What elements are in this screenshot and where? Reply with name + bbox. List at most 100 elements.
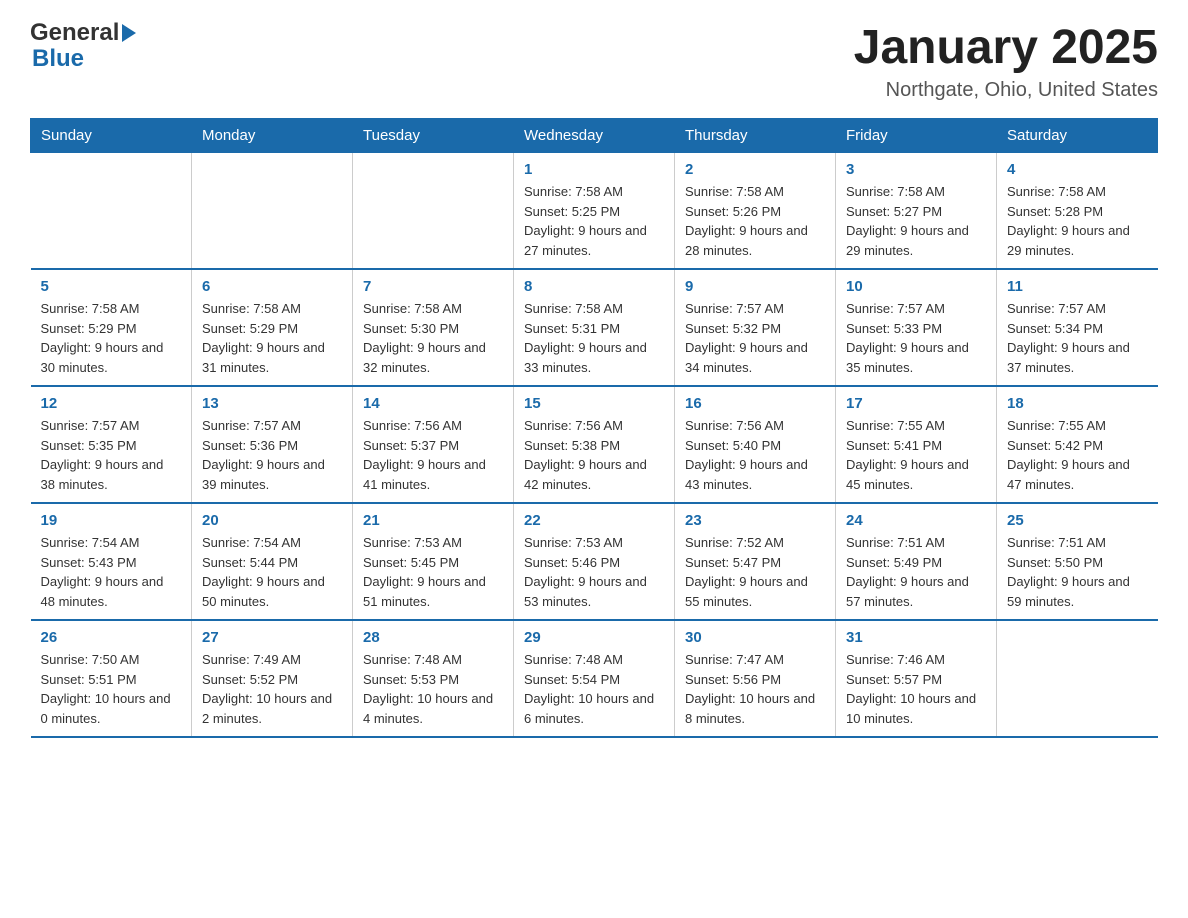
day-header-friday: Friday <box>836 119 997 153</box>
day-info: Sunrise: 7:53 AM Sunset: 5:45 PM Dayligh… <box>363 533 503 611</box>
calendar-cell: 16 Sunrise: 7:56 AM Sunset: 5:40 PM Dayli… <box>675 386 836 503</box>
calendar-cell: 27 Sunrise: 7:49 AM Sunset: 5:52 PM Dayli… <box>192 620 353 737</box>
day-number: 27 <box>202 629 342 646</box>
day-number: 12 <box>41 395 182 412</box>
calendar-cell: 5 Sunrise: 7:58 AM Sunset: 5:29 PM Daylig… <box>31 269 192 386</box>
day-number: 6 <box>202 278 342 295</box>
calendar-cell: 17 Sunrise: 7:55 AM Sunset: 5:41 PM Dayli… <box>836 386 997 503</box>
calendar-cell: 29 Sunrise: 7:48 AM Sunset: 5:54 PM Dayli… <box>514 620 675 737</box>
day-number: 14 <box>363 395 503 412</box>
calendar-cell: 23Sunrise: 7:52 AM Sunset: 5:47 PM Dayli… <box>675 503 836 620</box>
calendar-cell: 22Sunrise: 7:53 AM Sunset: 5:46 PM Dayli… <box>514 503 675 620</box>
day-number: 1 <box>524 161 664 178</box>
calendar-cell: 15 Sunrise: 7:56 AM Sunset: 5:38 PM Dayli… <box>514 386 675 503</box>
day-info: Sunrise: 7:50 AM Sunset: 5:51 PM Dayligh… <box>41 650 182 728</box>
day-info: Sunrise: 7:48 AM Sunset: 5:53 PM Dayligh… <box>363 650 503 728</box>
day-number: 16 <box>685 395 825 412</box>
day-number: 11 <box>1007 278 1148 295</box>
logo: General Blue <box>30 20 136 73</box>
calendar-cell <box>31 153 192 270</box>
day-number: 26 <box>41 629 182 646</box>
day-number: 19 <box>41 512 182 529</box>
logo-blue-text: Blue <box>32 46 136 72</box>
day-info: Sunrise: 7:57 AM Sunset: 5:35 PM Dayligh… <box>41 416 182 494</box>
calendar-week-row: 1Sunrise: 7:58 AM Sunset: 5:25 PM Daylig… <box>31 153 1158 270</box>
day-info: Sunrise: 7:58 AM Sunset: 5:29 PM Dayligh… <box>41 299 182 377</box>
day-info: Sunrise: 7:58 AM Sunset: 5:26 PM Dayligh… <box>685 182 825 260</box>
day-number: 30 <box>685 629 825 646</box>
day-number: 10 <box>846 278 986 295</box>
day-info: Sunrise: 7:58 AM Sunset: 5:30 PM Dayligh… <box>363 299 503 377</box>
day-number: 3 <box>846 161 986 178</box>
calendar-week-row: 5 Sunrise: 7:58 AM Sunset: 5:29 PM Daylig… <box>31 269 1158 386</box>
day-info: Sunrise: 7:55 AM Sunset: 5:41 PM Dayligh… <box>846 416 986 494</box>
calendar-cell: 25Sunrise: 7:51 AM Sunset: 5:50 PM Dayli… <box>997 503 1158 620</box>
day-info: Sunrise: 7:58 AM Sunset: 5:28 PM Dayligh… <box>1007 182 1148 260</box>
day-number: 17 <box>846 395 986 412</box>
day-info: Sunrise: 7:49 AM Sunset: 5:52 PM Dayligh… <box>202 650 342 728</box>
page-subtitle: Northgate, Ohio, United States <box>854 79 1158 102</box>
day-number: 5 <box>41 278 182 295</box>
calendar-cell: 9Sunrise: 7:57 AM Sunset: 5:32 PM Daylig… <box>675 269 836 386</box>
day-number: 8 <box>524 278 664 295</box>
calendar-cell: 3 Sunrise: 7:58 AM Sunset: 5:27 PM Daylig… <box>836 153 997 270</box>
day-info: Sunrise: 7:48 AM Sunset: 5:54 PM Dayligh… <box>524 650 664 728</box>
day-header-wednesday: Wednesday <box>514 119 675 153</box>
calendar-cell: 14 Sunrise: 7:56 AM Sunset: 5:37 PM Dayli… <box>353 386 514 503</box>
day-header-sunday: Sunday <box>31 119 192 153</box>
day-info: Sunrise: 7:54 AM Sunset: 5:44 PM Dayligh… <box>202 533 342 611</box>
page-title: January 2025 <box>854 20 1158 75</box>
day-number: 7 <box>363 278 503 295</box>
logo-general-text: General <box>30 20 119 46</box>
day-header-saturday: Saturday <box>997 119 1158 153</box>
day-info: Sunrise: 7:58 AM Sunset: 5:29 PM Dayligh… <box>202 299 342 377</box>
day-number: 13 <box>202 395 342 412</box>
calendar-cell: 21Sunrise: 7:53 AM Sunset: 5:45 PM Dayli… <box>353 503 514 620</box>
day-number: 24 <box>846 512 986 529</box>
page-header: General Blue January 2025 Northgate, Ohi… <box>30 20 1158 102</box>
day-number: 15 <box>524 395 664 412</box>
calendar-cell: 18Sunrise: 7:55 AM Sunset: 5:42 PM Dayli… <box>997 386 1158 503</box>
calendar-cell: 19 Sunrise: 7:54 AM Sunset: 5:43 PM Dayli… <box>31 503 192 620</box>
day-number: 31 <box>846 629 986 646</box>
day-info: Sunrise: 7:51 AM Sunset: 5:49 PM Dayligh… <box>846 533 986 611</box>
day-info: Sunrise: 7:54 AM Sunset: 5:43 PM Dayligh… <box>41 533 182 611</box>
day-header-thursday: Thursday <box>675 119 836 153</box>
day-info: Sunrise: 7:57 AM Sunset: 5:33 PM Dayligh… <box>846 299 986 377</box>
calendar-week-row: 19 Sunrise: 7:54 AM Sunset: 5:43 PM Dayli… <box>31 503 1158 620</box>
day-info: Sunrise: 7:57 AM Sunset: 5:36 PM Dayligh… <box>202 416 342 494</box>
calendar-cell: 7 Sunrise: 7:58 AM Sunset: 5:30 PM Daylig… <box>353 269 514 386</box>
day-info: Sunrise: 7:57 AM Sunset: 5:32 PM Dayligh… <box>685 299 825 377</box>
day-header-monday: Monday <box>192 119 353 153</box>
day-info: Sunrise: 7:56 AM Sunset: 5:37 PM Dayligh… <box>363 416 503 494</box>
calendar-cell: 4Sunrise: 7:58 AM Sunset: 5:28 PM Daylig… <box>997 153 1158 270</box>
day-info: Sunrise: 7:56 AM Sunset: 5:40 PM Dayligh… <box>685 416 825 494</box>
calendar-cell: 8Sunrise: 7:58 AM Sunset: 5:31 PM Daylig… <box>514 269 675 386</box>
day-number: 29 <box>524 629 664 646</box>
title-block: January 2025 Northgate, Ohio, United Sta… <box>854 20 1158 102</box>
calendar-week-row: 26 Sunrise: 7:50 AM Sunset: 5:51 PM Dayli… <box>31 620 1158 737</box>
day-header-tuesday: Tuesday <box>353 119 514 153</box>
logo-triangle-icon <box>122 24 136 42</box>
calendar-cell: 12 Sunrise: 7:57 AM Sunset: 5:35 PM Dayli… <box>31 386 192 503</box>
day-number: 22 <box>524 512 664 529</box>
day-info: Sunrise: 7:51 AM Sunset: 5:50 PM Dayligh… <box>1007 533 1148 611</box>
calendar-cell: 11Sunrise: 7:57 AM Sunset: 5:34 PM Dayli… <box>997 269 1158 386</box>
calendar-cell: 24 Sunrise: 7:51 AM Sunset: 5:49 PM Dayli… <box>836 503 997 620</box>
day-number: 2 <box>685 161 825 178</box>
day-info: Sunrise: 7:56 AM Sunset: 5:38 PM Dayligh… <box>524 416 664 494</box>
calendar-cell: 1Sunrise: 7:58 AM Sunset: 5:25 PM Daylig… <box>514 153 675 270</box>
calendar-cell: 31 Sunrise: 7:46 AM Sunset: 5:57 PM Dayli… <box>836 620 997 737</box>
calendar-cell: 6 Sunrise: 7:58 AM Sunset: 5:29 PM Daylig… <box>192 269 353 386</box>
day-info: Sunrise: 7:58 AM Sunset: 5:27 PM Dayligh… <box>846 182 986 260</box>
calendar-cell: 13 Sunrise: 7:57 AM Sunset: 5:36 PM Dayli… <box>192 386 353 503</box>
calendar-cell: 28 Sunrise: 7:48 AM Sunset: 5:53 PM Dayli… <box>353 620 514 737</box>
calendar-cell: 30 Sunrise: 7:47 AM Sunset: 5:56 PM Dayli… <box>675 620 836 737</box>
calendar-cell <box>353 153 514 270</box>
calendar-cell: 20Sunrise: 7:54 AM Sunset: 5:44 PM Dayli… <box>192 503 353 620</box>
day-info: Sunrise: 7:46 AM Sunset: 5:57 PM Dayligh… <box>846 650 986 728</box>
calendar-cell: 10 Sunrise: 7:57 AM Sunset: 5:33 PM Dayli… <box>836 269 997 386</box>
calendar-table: SundayMondayTuesdayWednesdayThursdayFrid… <box>30 118 1158 738</box>
day-number: 28 <box>363 629 503 646</box>
day-info: Sunrise: 7:47 AM Sunset: 5:56 PM Dayligh… <box>685 650 825 728</box>
